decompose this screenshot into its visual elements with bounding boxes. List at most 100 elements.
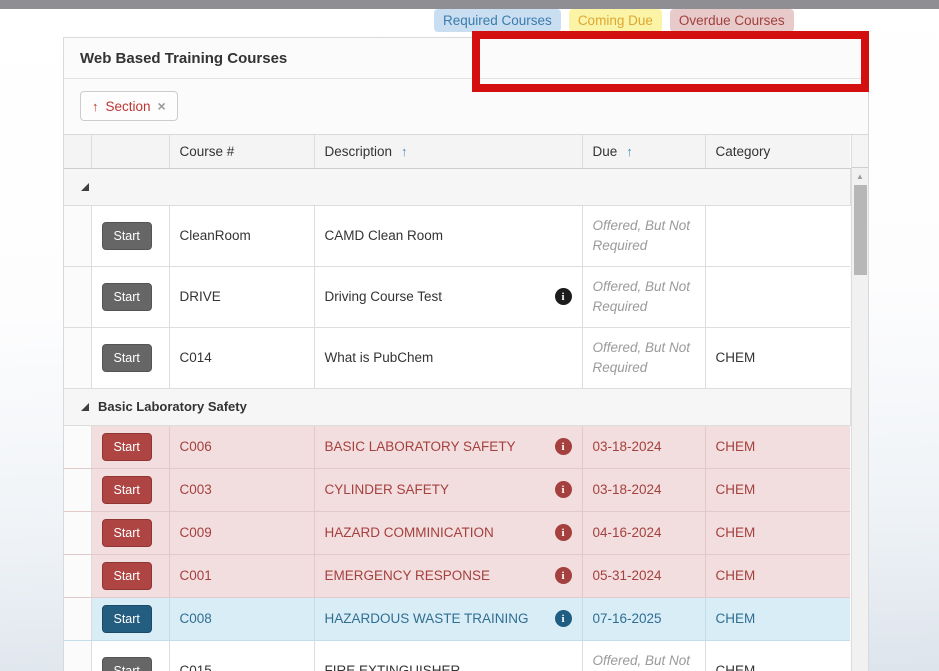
category-cell: CHEM	[705, 554, 850, 597]
description-cell: CAMD Clean Room	[314, 205, 582, 266]
start-column-header	[91, 135, 169, 168]
start-course-button[interactable]: Start	[102, 519, 152, 547]
course-description: FIRE EXTINGUISHER	[325, 661, 572, 671]
start-cell: Start	[91, 205, 169, 266]
due-column-header[interactable]: Due↑	[582, 135, 705, 168]
due-cell: Offered, But Not Required	[582, 205, 705, 266]
top-bar	[0, 0, 939, 9]
course-description: BASIC LABORATORY SAFETY	[325, 437, 547, 457]
row-indent-cell	[64, 425, 91, 468]
course-description: CYLINDER SAFETY	[325, 480, 547, 500]
description-cell: What is PubChem	[314, 327, 582, 388]
start-course-button[interactable]: Start	[102, 605, 152, 633]
course-column-header[interactable]: Course #	[169, 135, 314, 168]
section-sort-chip[interactable]: ↑ Section ×	[80, 91, 178, 121]
due-cell: Offered, But Not Required	[582, 640, 705, 671]
scrollbar-header-spacer	[852, 135, 869, 168]
course-row: StartC015FIRE EXTINGUISHEROffered, But N…	[64, 640, 850, 671]
row-indent-cell	[64, 266, 91, 327]
description-cell: FIRE EXTINGUISHER	[314, 640, 582, 671]
course-row: StartDRIVEDriving Course TestiOffered, B…	[64, 266, 850, 327]
due-cell: 03-18-2024	[582, 468, 705, 511]
info-icon[interactable]: i	[555, 567, 572, 584]
group-collapse-icon[interactable]	[81, 403, 89, 411]
due-cell: 04-16-2024	[582, 511, 705, 554]
category-cell: CHEM	[705, 640, 850, 671]
courses-grid: Course # Description↑ Due↑ Category Star…	[64, 134, 868, 671]
start-cell: Start	[91, 266, 169, 327]
course-description: HAZARDOUS WASTE TRAINING	[325, 609, 547, 629]
start-course-button[interactable]: Start	[102, 344, 152, 372]
course-number-cell: C003	[169, 468, 314, 511]
course-row: Start C003 CYLINDER SAFETY i 03-18-2024CHEM	[64, 468, 850, 511]
page-title: Web Based Training Courses	[80, 50, 287, 67]
due-cell: 05-31-2024	[582, 554, 705, 597]
legend-overdue-badge: Overdue Courses	[670, 9, 794, 32]
scrollbar-up-arrow-icon[interactable]: ▲	[852, 170, 869, 184]
start-course-button[interactable]: Start	[102, 283, 152, 311]
due-cell: Offered, But Not Required	[582, 266, 705, 327]
description-column-header[interactable]: Description↑	[314, 135, 582, 168]
start-cell: Start	[91, 640, 169, 671]
table-header-row: Course # Description↑ Due↑ Category	[64, 135, 850, 168]
info-icon[interactable]: i	[555, 481, 572, 498]
courses-table: Course # Description↑ Due↑ Category Star…	[64, 135, 851, 671]
course-row: Start C014 What is PubChem Offered, But Not…	[64, 327, 850, 388]
row-indent-cell	[64, 597, 91, 640]
legend-required-badge: Required Courses	[434, 9, 561, 32]
due-cell: Offered, But Not Required	[582, 327, 705, 388]
description-cell: HAZARDOUS WASTE TRAINING i	[314, 597, 582, 640]
start-cell: Start	[91, 511, 169, 554]
row-indent-cell	[64, 554, 91, 597]
sort-toolbar: ↑ Section ×	[64, 79, 868, 134]
description-cell: EMERGENCY RESPONSE i	[314, 554, 582, 597]
course-number-cell: C009	[169, 511, 314, 554]
start-course-button[interactable]: Start	[102, 562, 152, 590]
course-description: What is PubChem	[325, 348, 572, 368]
info-icon[interactable]: i	[555, 438, 572, 455]
start-course-button[interactable]: Start	[102, 222, 152, 250]
course-number-cell: C001	[169, 554, 314, 597]
course-description: EMERGENCY RESPONSE	[325, 566, 547, 586]
vertical-scrollbar[interactable]: ▲	[852, 168, 869, 671]
description-cell: BASIC LABORATORY SAFETY i	[314, 425, 582, 468]
group-header-row[interactable]	[64, 168, 850, 205]
category-cell: CHEM	[705, 327, 850, 388]
training-courses-panel: Web Based Training Courses ↑ Section × C…	[63, 37, 869, 671]
scrollbar-thumb[interactable]	[854, 185, 867, 275]
info-icon[interactable]: i	[555, 288, 572, 305]
due-sort-icon: ↑	[626, 144, 633, 159]
category-cell: CHEM	[705, 425, 850, 468]
category-cell: CHEM	[705, 597, 850, 640]
sort-ascending-icon: ↑	[92, 99, 99, 114]
category-cell	[705, 266, 850, 327]
category-column-header[interactable]: Category	[705, 135, 850, 168]
legend-coming-due-badge: Coming Due	[569, 9, 662, 32]
row-indent-cell	[64, 468, 91, 511]
row-indent-cell	[64, 327, 91, 388]
course-row: Start C009 HAZARD COMMINICATION i 04-16-2024…	[64, 511, 850, 554]
category-cell: CHEM	[705, 511, 850, 554]
group-header-row[interactable]: Basic Laboratory Safety	[64, 388, 850, 425]
course-row: Start C001 EMERGENCY RESPONSE i 05-31-2024CH…	[64, 554, 850, 597]
start-cell: Start	[91, 425, 169, 468]
course-row: StartC006BASIC LABORATORY SAFETYi03-18-2…	[64, 425, 850, 468]
course-number-cell: C006	[169, 425, 314, 468]
info-icon[interactable]: i	[555, 610, 572, 627]
row-indent-cell	[64, 205, 91, 266]
course-number-cell: DRIVE	[169, 266, 314, 327]
group-collapse-icon[interactable]	[81, 183, 89, 191]
category-cell: CHEM	[705, 468, 850, 511]
start-course-button[interactable]: Start	[102, 433, 152, 461]
course-description: HAZARD COMMINICATION	[325, 523, 547, 543]
start-cell: Start	[91, 554, 169, 597]
remove-sort-icon[interactable]: ×	[158, 98, 166, 114]
start-cell: Start	[91, 468, 169, 511]
course-number-cell: C014	[169, 327, 314, 388]
expander-column-header	[64, 135, 91, 168]
info-icon[interactable]: i	[555, 524, 572, 541]
start-course-button[interactable]: Start	[102, 476, 152, 504]
start-course-button[interactable]: Start	[102, 657, 152, 671]
course-number-cell: CleanRoom	[169, 205, 314, 266]
course-description: CAMD Clean Room	[325, 226, 572, 246]
